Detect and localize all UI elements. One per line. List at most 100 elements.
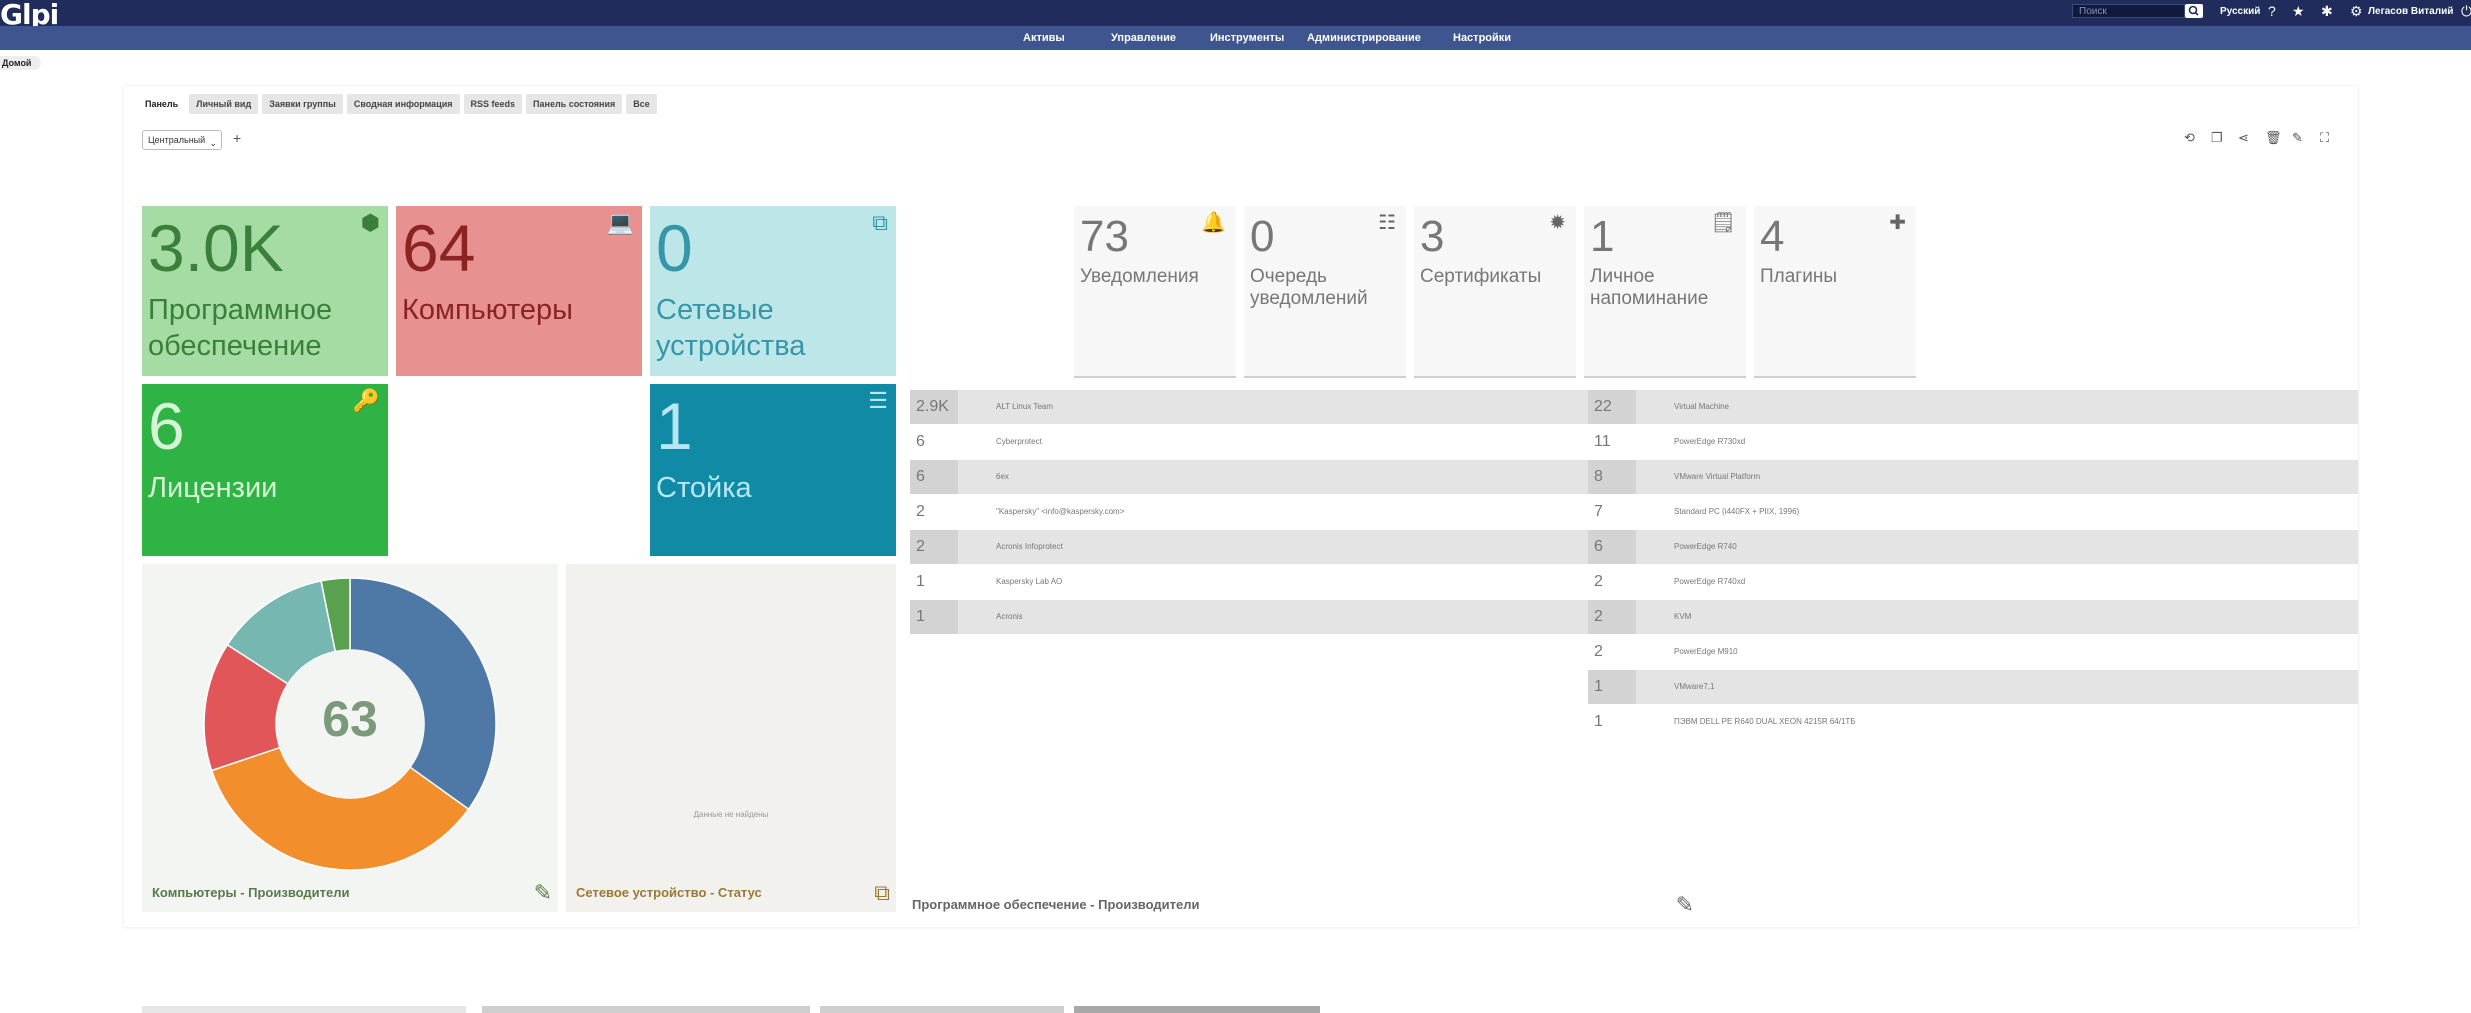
widget-stub xyxy=(820,1006,1064,1013)
list-item[interactable]: 2 PowerEdge M910 xyxy=(1588,635,2358,670)
search-icon xyxy=(2188,5,2199,16)
widget-stub xyxy=(142,1006,466,1013)
glpi-logo[interactable]: Glpi xyxy=(0,1,59,29)
history-icon[interactable]: ⟲ xyxy=(2184,130,2195,146)
card-value: 1 xyxy=(1590,212,1615,261)
list-item[interactable]: 2 PowerEdge R740xd xyxy=(1588,565,2358,600)
tab-bar: Панель Личный вид Заявки группы Сводная инф… xyxy=(138,94,661,114)
card-value: 6 xyxy=(148,389,185,463)
widget-stub xyxy=(482,1006,810,1013)
menu-management[interactable]: Управление xyxy=(1111,32,1176,44)
list-item-name: ALT Linux Team xyxy=(996,402,1053,411)
network-status-panel: Данные не найдены Сетевое устройство - С… xyxy=(566,564,896,912)
top-bar: Glpi Поиск Русский ? ★ ✱ ⚙ Легасов Витал… xyxy=(0,0,2471,29)
tab-personal-view[interactable]: Личный вид xyxy=(189,94,259,114)
trash-icon[interactable]: 🗑 xyxy=(2265,130,2282,146)
list-item[interactable]: 6 Cyberprotect xyxy=(910,425,1694,460)
card-value: 1 xyxy=(656,389,693,463)
server-icon: ☰ xyxy=(868,388,888,413)
panel-title: Сетевое устройство - Статус xyxy=(576,885,762,900)
list-item[interactable]: 1 VMware7,1 xyxy=(1588,670,2358,705)
list-item-count: 11 xyxy=(1594,433,1611,450)
list-item-name: PowerEdge R730xd xyxy=(1674,437,1746,446)
logout-icon[interactable]: ⏻ xyxy=(2461,2,2471,20)
list-item-count: 22 xyxy=(1588,390,1636,424)
computers-manufacturers-panel: 63 Компьютеры - Производители ✎ xyxy=(142,564,558,912)
panel-title: Программное обеспечение - Производители xyxy=(912,897,1200,912)
list-item-name: VMware Virtual Platform xyxy=(1674,472,1761,481)
menu-assets[interactable]: Активы xyxy=(1023,32,1065,44)
count-card[interactable]: 1 Личное напоминание 🗒 xyxy=(1584,206,1746,378)
gear-icon[interactable]: ⚙ xyxy=(2350,2,2363,20)
card-label: Очередь уведомлений xyxy=(1250,266,1368,309)
note-icon: 🗒 xyxy=(1710,212,1736,234)
count-card[interactable]: 4 Плагины ✚ xyxy=(1754,206,1916,378)
edit-icon[interactable]: ✎ xyxy=(534,880,552,906)
edit-icon[interactable]: ✎ xyxy=(1676,892,1694,918)
count-card[interactable]: 73 Уведомления 🔔 xyxy=(1074,206,1236,378)
help-icon[interactable]: ? xyxy=(2268,2,2276,20)
list-item-name: ПЭВМ DELL PE R640 DUAL XEON 4215R 64/1ТБ xyxy=(1674,717,1856,726)
count-card[interactable]: 6 Лицензии 🔑 xyxy=(142,384,388,556)
card-value: 4 xyxy=(1760,212,1785,261)
tab-all[interactable]: Все xyxy=(626,94,657,114)
menu-tools[interactable]: Инструменты xyxy=(1210,32,1284,44)
list-item[interactable]: 1 ПЭВМ DELL PE R640 DUAL XEON 4215R 64/1Т… xyxy=(1588,705,2358,740)
bug-icon[interactable]: ✱ xyxy=(2321,2,2333,20)
donut-total: 63 xyxy=(322,691,378,747)
network-icon: ⧉ xyxy=(874,880,890,905)
count-card[interactable]: 0 Очередь уведомлений ☷ xyxy=(1244,206,1406,378)
count-card[interactable]: 3.0K Программное обеспечение ⬢ xyxy=(142,206,388,376)
chevron-down-icon: ⌄ xyxy=(209,138,217,148)
count-card[interactable]: 0 Сетевые устройства ⧉ xyxy=(650,206,896,376)
list-item[interactable]: 11 PowerEdge R730xd xyxy=(1588,425,2358,460)
card-label: Плагины xyxy=(1760,266,1838,287)
computer-models-list: 22 Virtual Machine 11 PowerEdge R730xd 8 VMwa… xyxy=(1588,390,2358,740)
card-value: 3 xyxy=(1420,212,1445,261)
edit-icon[interactable]: ✎ xyxy=(2292,130,2303,146)
tab-status-panel[interactable]: Панель состояния xyxy=(526,94,623,114)
count-card[interactable]: 1 Стойка ☰ xyxy=(650,384,896,556)
certificate-icon: ✹ xyxy=(1549,212,1566,234)
breadcrumb[interactable]: Домой xyxy=(0,56,42,70)
list-item-name: Acronis Infoprotect xyxy=(996,542,1063,551)
list-item[interactable]: 8 VMware Virtual Platform xyxy=(1588,460,2358,495)
list-item[interactable]: 22 Virtual Machine xyxy=(1588,390,2358,425)
search-input[interactable]: Поиск xyxy=(2072,4,2185,18)
language-selector[interactable]: Русский xyxy=(2220,6,2260,17)
dashboard-page: Панель Личный вид Заявки группы Сводная инф… xyxy=(124,86,2358,1013)
list-item[interactable]: 2.9K ALT Linux Team xyxy=(910,390,1694,425)
list-item[interactable]: 2 KVM xyxy=(1588,600,2358,635)
list-item[interactable]: 6 6ex xyxy=(910,460,1694,495)
tab-group-tickets[interactable]: Заявки группы xyxy=(262,94,343,114)
clone-icon[interactable]: ❐ xyxy=(2211,130,2223,146)
count-card[interactable]: 3 Сертификаты ✹ xyxy=(1414,206,1576,378)
fullscreen-icon[interactable]: ⛶ xyxy=(2320,130,2329,146)
menu-settings[interactable]: Настройки xyxy=(1453,32,1511,44)
network-icon: ⧉ xyxy=(872,210,888,235)
user-menu[interactable]: Легасов Виталий xyxy=(2368,6,2453,17)
key-icon: 🔑 xyxy=(352,388,380,413)
laptop-icon: 💻 xyxy=(606,210,634,235)
tab-rss-feeds[interactable]: RSS feeds xyxy=(463,94,523,114)
list-item[interactable]: 2 Acronis Infoprotect xyxy=(910,530,1694,565)
card-label: Программное обеспечение xyxy=(148,294,333,362)
card-value: 0 xyxy=(1250,212,1275,261)
list-item[interactable]: 6 PowerEdge R740 xyxy=(1588,530,2358,565)
menu-administration[interactable]: Администрирование xyxy=(1307,32,1421,44)
add-dashboard-button[interactable]: + xyxy=(233,130,241,146)
tab-summary[interactable]: Сводная информация xyxy=(346,94,460,114)
share-icon[interactable]: ⋖ xyxy=(2238,130,2249,146)
star-icon[interactable]: ★ xyxy=(2292,2,2305,20)
card-label: Сертификаты xyxy=(1420,266,1542,287)
count-card[interactable]: 64 Компьютеры 💻 xyxy=(396,206,642,376)
list-item[interactable]: 7 Standard PC (i440FX + PIIX, 1996) xyxy=(1588,495,2358,530)
list-item-count: 8 xyxy=(1588,460,1636,494)
list-item[interactable]: 2 "Kaspersky" <info@kaspersky.com> xyxy=(910,495,1694,530)
tab-dashboard[interactable]: Панель xyxy=(138,94,185,114)
list-item-bg xyxy=(910,460,1694,494)
dashboard-select[interactable]: Центральный ⌄ xyxy=(142,130,222,150)
list-item-bg xyxy=(1588,600,2358,634)
list-item-count: 7 xyxy=(1594,503,1603,520)
search-button[interactable] xyxy=(2185,4,2203,18)
